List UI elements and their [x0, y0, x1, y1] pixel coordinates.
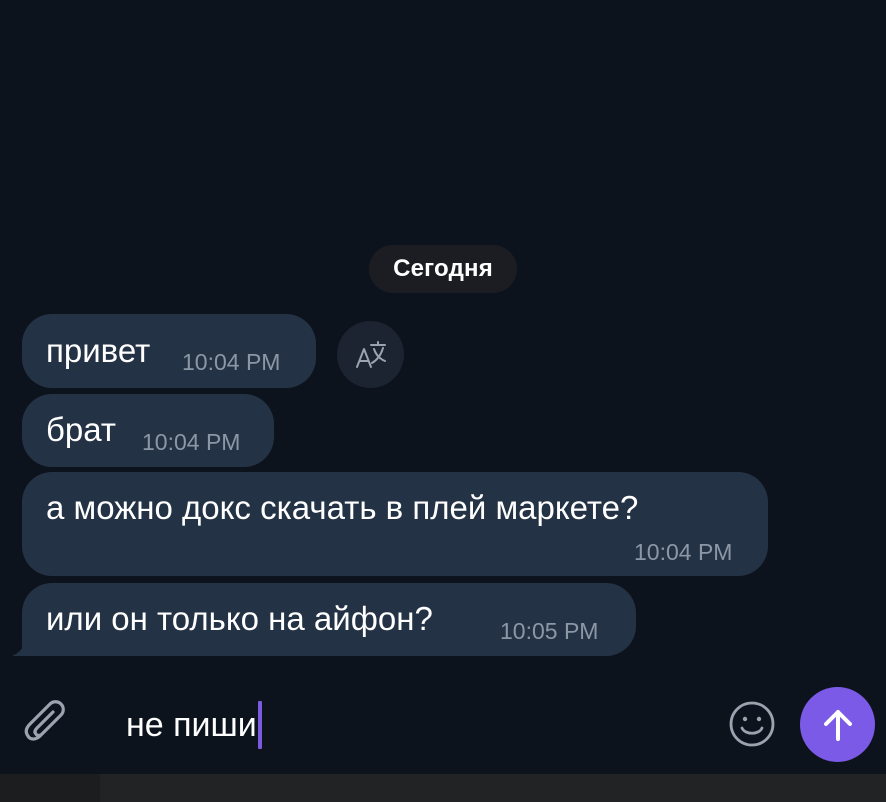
arrow-up-icon: [823, 709, 852, 741]
message-input[interactable]: не пиши: [126, 700, 706, 750]
text-caret: [257, 701, 262, 749]
date-separator: Сегодня: [369, 245, 517, 293]
message-time: 10:04 PM: [182, 349, 281, 375]
message-bubble[interactable]: привет 10:04 PM: [22, 314, 316, 388]
message-input-value: не пиши: [126, 705, 257, 744]
paperclip-icon: [24, 700, 65, 741]
message-bubble[interactable]: или он только на айфон? 10:05 PM: [22, 583, 636, 656]
message-bubble[interactable]: а можно докс скачать в плей маркете? 10:…: [22, 472, 768, 576]
message-time: 10:04 PM: [634, 539, 733, 565]
message-time: 10:05 PM: [500, 618, 599, 644]
emoji-button[interactable]: [724, 696, 780, 752]
message-composer: не пиши: [0, 680, 886, 774]
smiley-icon: [729, 701, 775, 747]
message-text: брат: [46, 411, 116, 448]
send-button[interactable]: [800, 687, 875, 762]
message-text: привет: [46, 332, 151, 369]
message-time: 10:04 PM: [142, 429, 241, 455]
message-text: а можно докс скачать в плей маркете?: [46, 489, 639, 526]
attach-button[interactable]: [18, 694, 78, 754]
bottom-bar: [0, 774, 886, 802]
translate-icon: [355, 340, 386, 368]
message-bubble[interactable]: брат 10:04 PM: [22, 394, 274, 467]
message-text: или он только на айфон?: [46, 600, 433, 637]
translate-button[interactable]: [337, 321, 404, 388]
bottom-bar-shade: [0, 774, 100, 802]
date-separator-label: Сегодня: [393, 255, 493, 282]
chat-history: Сегодня привет 10:04 PM брат 10:04 PM а …: [0, 0, 886, 680]
